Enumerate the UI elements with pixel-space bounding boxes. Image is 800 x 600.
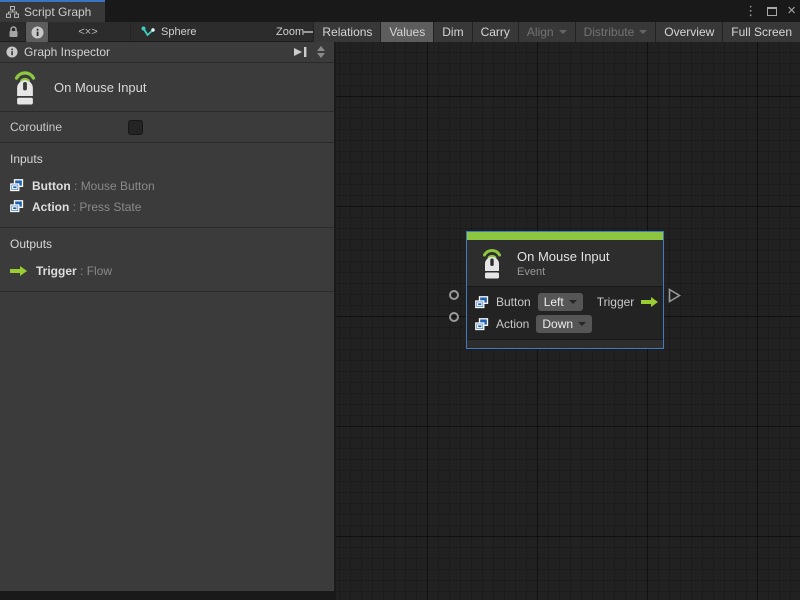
flow-arrow-icon[interactable] xyxy=(641,296,659,308)
tab-bar: Script Graph ⋮ × xyxy=(0,0,800,22)
inputs-heading: Inputs xyxy=(10,152,324,166)
dock-panel-icon[interactable] xyxy=(293,46,308,58)
mouse-event-icon xyxy=(479,247,505,279)
panel-scrub-spinner[interactable] xyxy=(314,44,328,60)
node-row-action: Action Down xyxy=(467,313,663,335)
dropdown-caret-icon xyxy=(559,30,567,34)
more-menu-icon[interactable]: ⋮ xyxy=(744,0,757,22)
code-view-button[interactable]: <×> xyxy=(70,22,106,42)
input-port-action[interactable] xyxy=(449,312,459,322)
info-icon xyxy=(6,46,18,58)
graph-icon xyxy=(6,6,19,18)
graph-target-label: Sphere xyxy=(161,26,196,38)
coroutine-label: Coroutine xyxy=(10,120,62,134)
lock-button[interactable] xyxy=(2,22,24,42)
value-port-icon xyxy=(10,200,24,213)
inspector-title: Graph Inspector xyxy=(24,45,110,59)
mouse-event-icon xyxy=(10,69,40,105)
output-port-row: Trigger : Flow xyxy=(10,260,324,281)
button-dropdown[interactable]: Left xyxy=(538,293,583,311)
value-port-icon xyxy=(475,318,489,331)
value-port-icon xyxy=(10,179,24,192)
relations-button[interactable]: Relations xyxy=(313,22,380,42)
output-port-trigger[interactable] xyxy=(668,288,681,303)
unit-header: On Mouse Input xyxy=(0,63,334,112)
node-subtitle: Event xyxy=(517,266,610,278)
value-port-icon xyxy=(475,296,489,309)
flow-arrow-icon xyxy=(10,265,28,277)
graph-canvas[interactable]: On Mouse Input Event Button Lef xyxy=(336,42,800,600)
align-button[interactable]: Align xyxy=(518,22,575,42)
dim-button[interactable]: Dim xyxy=(433,22,471,42)
coroutine-checkbox[interactable] xyxy=(128,120,143,135)
action-dropdown[interactable]: Down xyxy=(536,315,592,333)
dropdown-caret-icon xyxy=(569,300,577,304)
inspector-toggle-button[interactable] xyxy=(25,22,49,42)
dropdown-caret-icon xyxy=(578,322,586,326)
node-body: Button Left Trigger xyxy=(467,287,663,339)
window-controls: ⋮ × xyxy=(744,0,796,22)
graph-inspector-panel: Graph Inspector xyxy=(0,42,335,591)
inputs-section: Inputs Button : Mouse Button xyxy=(0,143,334,228)
lock-icon xyxy=(8,26,19,38)
maximize-icon[interactable] xyxy=(767,7,777,16)
tab-script-graph[interactable]: Script Graph xyxy=(0,0,105,22)
script-graph-window: Script Graph ⋮ × xyxy=(0,0,800,600)
node-footer xyxy=(467,339,663,348)
info-icon xyxy=(31,26,44,39)
port-label: Action xyxy=(496,317,529,331)
input-port-row: Action : Press State xyxy=(10,196,324,217)
graph-target-button[interactable]: Sphere xyxy=(134,22,203,42)
values-button[interactable]: Values xyxy=(380,22,433,42)
coroutine-row: Coroutine xyxy=(0,112,334,143)
trigger-label: Trigger xyxy=(597,295,635,309)
distribute-button[interactable]: Distribute xyxy=(575,22,656,42)
tab-title: Script Graph xyxy=(24,5,91,19)
node-row-button: Button Left Trigger xyxy=(467,291,663,313)
input-port-row: Button : Mouse Button xyxy=(10,175,324,196)
node-header[interactable]: On Mouse Input Event xyxy=(467,240,663,287)
zoom-label: Zoom xyxy=(276,26,304,38)
graph-target-icon xyxy=(141,26,155,38)
graph-toolbar: <×> Sphere Zoom 1x Relations Values Di xyxy=(0,22,800,42)
inspector-titlebar: Graph Inspector xyxy=(0,42,334,63)
event-colorbar xyxy=(467,232,663,240)
spinner-down-icon xyxy=(317,53,325,58)
toolbar-separator xyxy=(130,22,131,42)
code-icon: <×> xyxy=(78,26,97,38)
input-port-button[interactable] xyxy=(449,290,459,300)
node-title: On Mouse Input xyxy=(517,249,610,264)
unit-title: On Mouse Input xyxy=(54,80,147,95)
outputs-heading: Outputs xyxy=(10,237,324,251)
panel-bottom-edge xyxy=(0,591,335,600)
overview-button[interactable]: Overview xyxy=(655,22,722,42)
port-label: Button xyxy=(496,295,531,309)
carry-button[interactable]: Carry xyxy=(472,22,518,42)
outputs-section: Outputs Trigger : Flow xyxy=(0,228,334,292)
spinner-up-icon xyxy=(317,46,325,51)
dropdown-caret-icon xyxy=(639,30,647,34)
toolbar-button-group: Relations Values Dim Carry Align Distrib… xyxy=(313,22,800,42)
fullscreen-button[interactable]: Full Screen xyxy=(722,22,800,42)
on-mouse-input-node[interactable]: On Mouse Input Event Button Lef xyxy=(466,231,664,349)
close-icon[interactable]: × xyxy=(787,0,796,22)
